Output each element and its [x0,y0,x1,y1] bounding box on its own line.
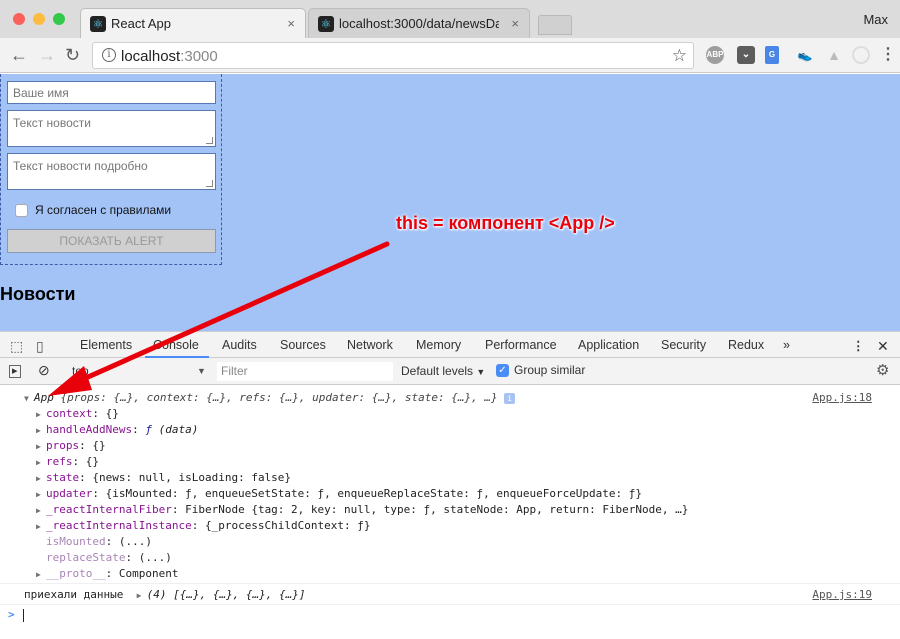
prop-row[interactable]: ▶ updater: {isMounted: ƒ, enqueueSetState… [36,486,642,503]
log-entry-data[interactable]: приехали данные ▶ (4) [{…}, {…}, {…}, {…}… [24,587,306,604]
tab-react-app[interactable]: ⚛ React App × [80,8,306,38]
chrome-menu-icon[interactable]: ⋮ [880,45,896,65]
group-similar-toggle[interactable]: ✓ Group similar [496,363,585,377]
sidebar-toggle-icon[interactable]: ▸ [9,365,21,378]
settings-gear-icon[interactable]: ⚙ [876,361,889,379]
prop-row[interactable]: ▶ context: {} [36,406,119,423]
address-bar[interactable]: i localhost:3000 ☆ [92,42,694,69]
info-icon[interactable]: i [102,48,116,62]
news-text-textarea[interactable]: Текст новости [7,110,216,147]
tab-application[interactable]: Application [578,338,639,352]
clear-console-icon[interactable]: ⊘ [38,362,50,379]
tab-network[interactable]: Network [347,338,393,352]
divider [0,604,900,605]
context-dropdown-icon[interactable]: ▼ [197,366,206,376]
prop-row[interactable]: ▶ refs: {} [36,454,99,471]
drive-icon[interactable]: ▲ [825,46,843,64]
reload-icon[interactable]: ↻ [65,45,80,65]
prop-row[interactable]: ▶ _reactInternalInstance: {_processChildC… [36,518,371,535]
info-icon: i [504,392,516,404]
resize-handle-icon[interactable] [206,180,213,187]
devtools-panel: ⬚ ▯ Elements Console Audits Sources Netw… [0,331,900,639]
tab-audits[interactable]: Audits [222,338,257,352]
maximize-window-button[interactable] [53,13,65,25]
devtools-tabbar: ⬚ ▯ Elements Console Audits Sources Netw… [0,331,900,358]
prop-row[interactable]: ▶ handleAddNews: ƒ (data) [36,422,198,439]
agree-label: Я согласен с правилами [35,203,172,217]
minimize-window-button[interactable] [33,13,45,25]
source-link[interactable]: App.js:19 [812,587,872,603]
agree-checkbox-row[interactable]: Я согласен с правилами [15,203,171,217]
inspect-element-icon[interactable]: ⬚ [10,338,23,355]
placeholder: Текст новости [13,116,91,130]
show-alert-button[interactable]: ПОКАЗАТЬ ALERT [7,229,216,253]
tab-security[interactable]: Security [661,338,706,352]
devtools-menu-icon[interactable]: ⋮ [852,338,865,353]
url-text: localhost:3000 [121,48,218,65]
prop-row[interactable]: ▶ state: {news: null, isLoading: false} [36,470,291,487]
target-icon[interactable] [852,46,870,64]
close-window-button[interactable] [13,13,25,25]
tab-performance[interactable]: Performance [485,338,557,352]
tab-console[interactable]: Console [153,338,199,352]
sneaker-icon[interactable]: 👟 [796,46,814,64]
log-entry-app[interactable]: ▼ App {props: {…}, context: {…}, refs: {…… [24,390,516,407]
tab-elements[interactable]: Elements [80,338,132,352]
prop-row[interactable]: ▶ _reactInternalFiber: FiberNode {tag: 2,… [36,502,688,519]
tab-redux[interactable]: Redux [728,338,764,352]
author-name-input[interactable]: Ваше имя [7,81,216,104]
browser-toolbar: ← → ↻ i localhost:3000 ☆ ABP ⌄ G 👟 ▲ ⋮ [0,38,900,73]
console-prompt-icon: > [8,608,15,621]
new-tab-button[interactable] [538,15,572,35]
more-tabs-icon[interactable]: » [783,338,790,352]
pocket-icon[interactable]: ⌄ [737,46,755,64]
close-devtools-icon[interactable]: ✕ [877,338,889,355]
profile-name[interactable]: Max [863,12,888,27]
tab-sources[interactable]: Sources [280,338,326,352]
placeholder: Текст новости подробно [13,159,148,173]
adblock-plus-icon[interactable]: ABP [706,46,724,64]
tab-news-data[interactable]: ⚛ localhost:3000/data/newsData × [308,8,530,38]
prop-row[interactable]: isMounted: (...) [46,534,152,550]
group-similar-checkbox[interactable]: ✓ [496,363,509,377]
tab-close-icon[interactable]: × [287,16,295,31]
browser-titlebar: ⚛ React App × ⚛ localhost:3000/data/news… [0,0,900,38]
react-favicon-icon: ⚛ [90,16,106,32]
annotation-label: this = компонент <App /> [396,213,615,233]
page-viewport: Ваше имя Текст новости Текст новости под… [0,74,900,331]
console-filter-input[interactable]: Filter [217,362,393,381]
add-news-form: Ваше имя Текст новости Текст новости под… [0,74,222,265]
back-arrow-icon[interactable]: ← [10,45,28,65]
google-translate-icon[interactable]: G [765,46,779,64]
news-bigtext-textarea[interactable]: Текст новости подробно [7,153,216,190]
expand-triangle-icon: ▼ [24,394,29,403]
forward-arrow-icon[interactable]: → [38,45,56,65]
log-levels-select[interactable]: Default levels ▼ [401,364,485,378]
source-link[interactable]: App.js:18 [812,390,872,406]
console-input[interactable] [23,609,24,622]
console-toolbar: ▸ ⊘ top ▼ Filter Default levels ▼ ✓ Group… [0,358,900,385]
agree-checkbox[interactable] [15,203,28,217]
prop-row[interactable]: ▶ props: {} [36,438,106,455]
console-output: ▼ App {props: {…}, context: {…}, refs: {…… [0,386,900,639]
tab-memory[interactable]: Memory [416,338,461,352]
news-heading: Новости [0,284,76,304]
prop-row[interactable]: ▶ __proto__: Component [36,566,178,583]
divider [0,583,900,584]
context-select[interactable]: top [72,364,89,378]
tab-title: localhost:3000/data/newsData [339,16,499,31]
bookmark-star-icon[interactable]: ☆ [672,46,687,66]
react-favicon-icon: ⚛ [318,16,334,32]
prop-row[interactable]: replaceState: (...) [46,550,172,566]
resize-handle-icon[interactable] [206,137,213,144]
tab-close-icon[interactable]: × [511,16,519,31]
device-toolbar-icon[interactable]: ▯ [36,338,44,355]
tab-title: React App [111,16,171,31]
